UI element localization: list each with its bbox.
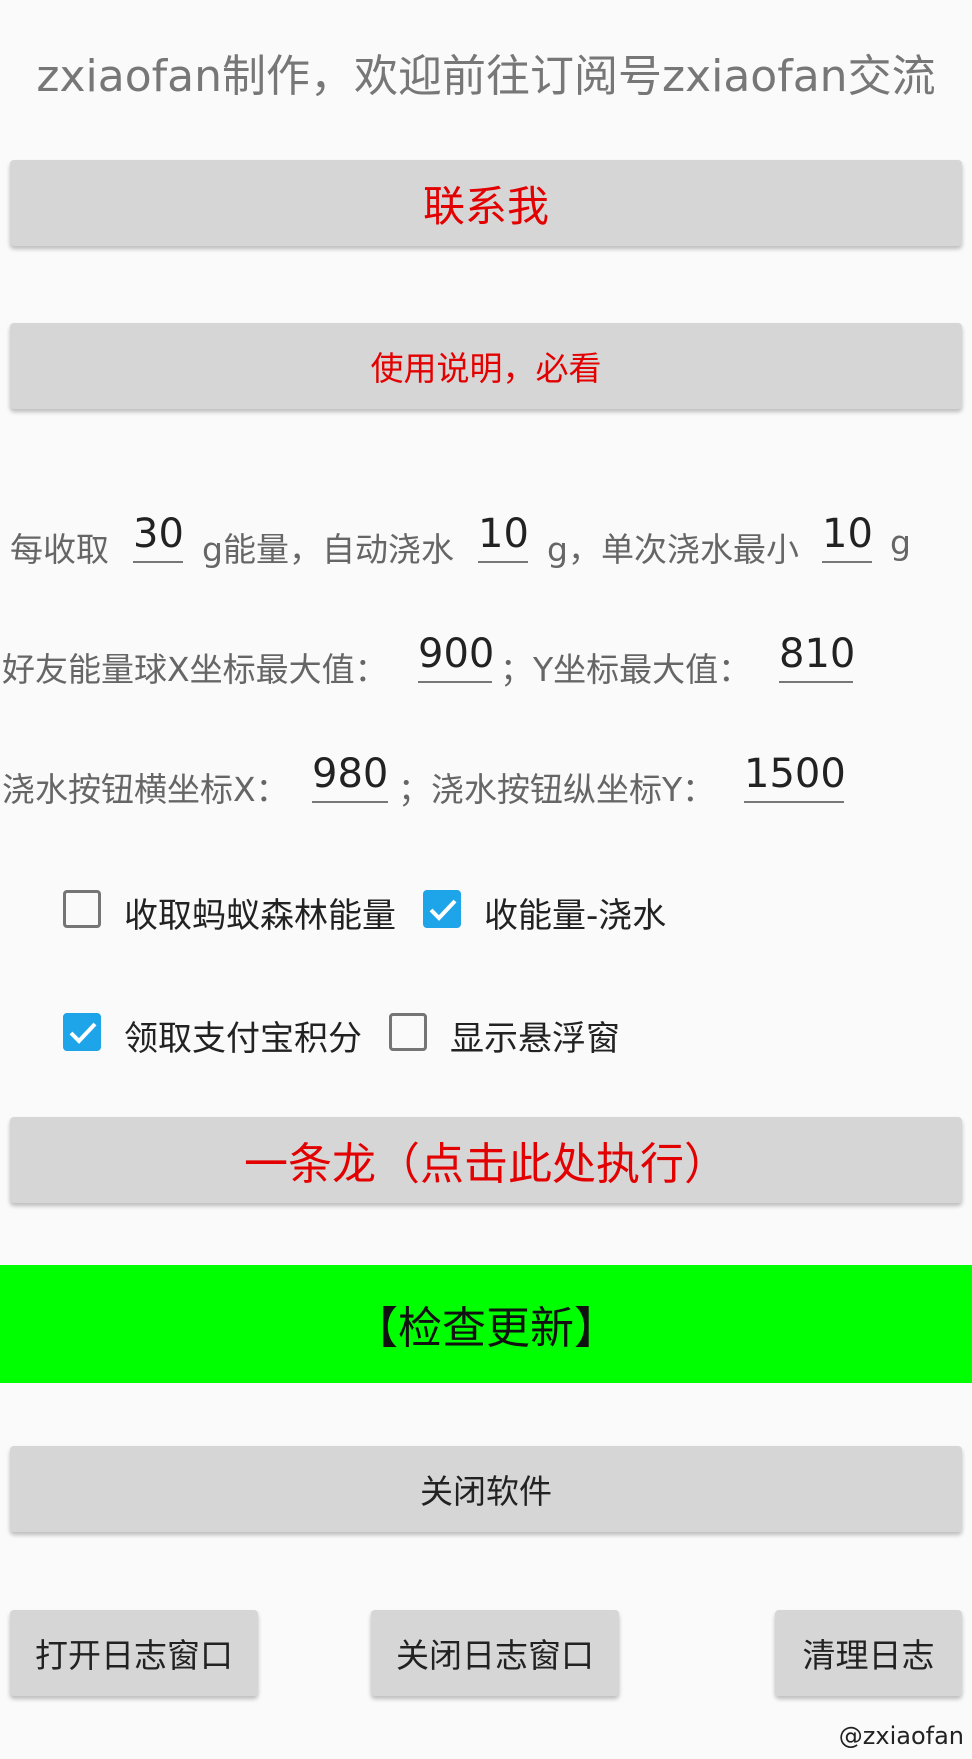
close-app-button[interactable]: 关闭软件 [10,1446,962,1532]
water-button-y-label: ；浇水按钮纵坐标Y： [398,770,716,809]
water-button-y-input[interactable]: 1500 [744,745,846,803]
water-button-x-input[interactable]: 980 [312,745,388,803]
water-suffix-label: g [890,523,911,562]
close-log-button-label: 关闭日志窗口 [396,1636,594,1675]
check-update-button-label: 【检查更新】 [354,1303,618,1354]
instructions-button-label: 使用说明，必看 [370,349,602,388]
min-water-input[interactable]: 10 [822,505,873,563]
energy-prefix-label: 每收取 [10,530,109,569]
checkmark-icon [429,899,457,921]
open-log-button[interactable]: 打开日志窗口 [10,1610,258,1696]
collect-water-checkbox[interactable] [423,890,461,928]
instructions-button[interactable]: 使用说明，必看 [10,323,962,409]
close-log-button[interactable]: 关闭日志窗口 [371,1610,619,1696]
checkmark-icon [69,1022,97,1044]
clear-log-button-label: 清理日志 [802,1636,935,1675]
water-mid-label: g，单次浇水最小 [547,530,799,569]
clear-log-button[interactable]: 清理日志 [775,1610,962,1696]
floating-window-checkbox[interactable] [389,1013,427,1051]
contact-button[interactable]: 联系我 [10,160,962,246]
collect-forest-energy-label: 收取蚂蚁森林能量 [124,896,396,936]
energy-threshold-input[interactable]: 30 [133,505,184,563]
run-all-button[interactable]: 一条龙（点击此处执行） [10,1117,962,1203]
energy-ball-x-label: 好友能量球X坐标最大值： [2,650,388,689]
energy-settings-row: 每收取 30 g能量，自动浇水 10 g，单次浇水最小 10 g [0,505,972,585]
close-app-button-label: 关闭软件 [420,1472,552,1511]
open-log-button-label: 打开日志窗口 [35,1636,233,1675]
watermark: @zxiaofan [838,1722,964,1750]
alipay-points-label: 领取支付宝积分 [124,1019,362,1059]
water-button-coords-row: 浇水按钮横坐标X： 980 ；浇水按钮纵坐标Y： 1500 [0,745,972,825]
page-title: zxiaofan制作，欢迎前往订阅号zxiaofan交流 [36,51,936,102]
energy-mid-label: g能量，自动浇水 [202,530,454,569]
contact-button-label: 联系我 [422,181,549,231]
auto-water-input[interactable]: 10 [478,505,529,563]
water-button-x-label: 浇水按钮横坐标X： [2,770,289,809]
energy-ball-y-label: ；Y坐标最大值： [500,650,752,689]
energy-ball-y-input[interactable]: 810 [779,625,855,683]
check-update-button[interactable]: 【检查更新】 [0,1265,972,1383]
energy-ball-coords-row: 好友能量球X坐标最大值： 900 ；Y坐标最大值： 810 [0,625,972,705]
run-all-button-label: 一条龙（点击此处执行） [244,1139,728,1190]
collect-forest-energy-checkbox[interactable] [63,890,101,928]
floating-window-label: 显示悬浮窗 [450,1019,620,1059]
energy-ball-x-input[interactable]: 900 [418,625,494,683]
collect-water-label: 收能量-浇水 [484,896,667,936]
alipay-points-checkbox[interactable] [63,1013,101,1051]
